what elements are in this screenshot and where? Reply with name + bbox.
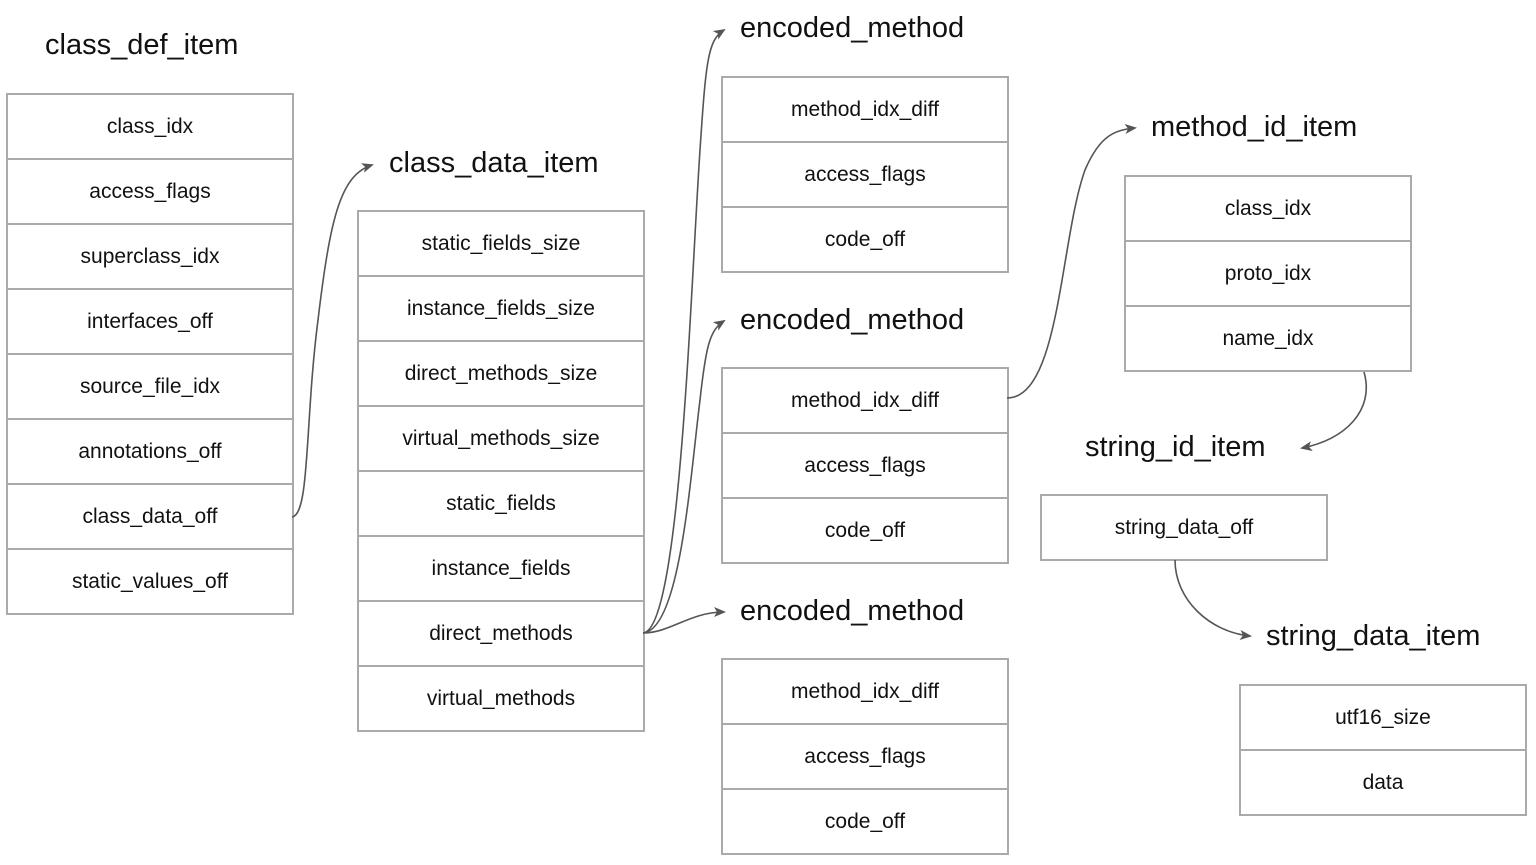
arrow-direct-methods-3 [642, 607, 726, 634]
connectors [291, 28, 1368, 640]
arrow-string-data-off [1174, 559, 1252, 640]
arrow-name-idx [1300, 371, 1368, 452]
arrow-direct-methods-1 [642, 28, 726, 634]
arrow-direct-methods-2 [642, 319, 726, 634]
arrow-method-idx-diff [1006, 124, 1137, 399]
arrow-class-data-off [291, 163, 374, 518]
